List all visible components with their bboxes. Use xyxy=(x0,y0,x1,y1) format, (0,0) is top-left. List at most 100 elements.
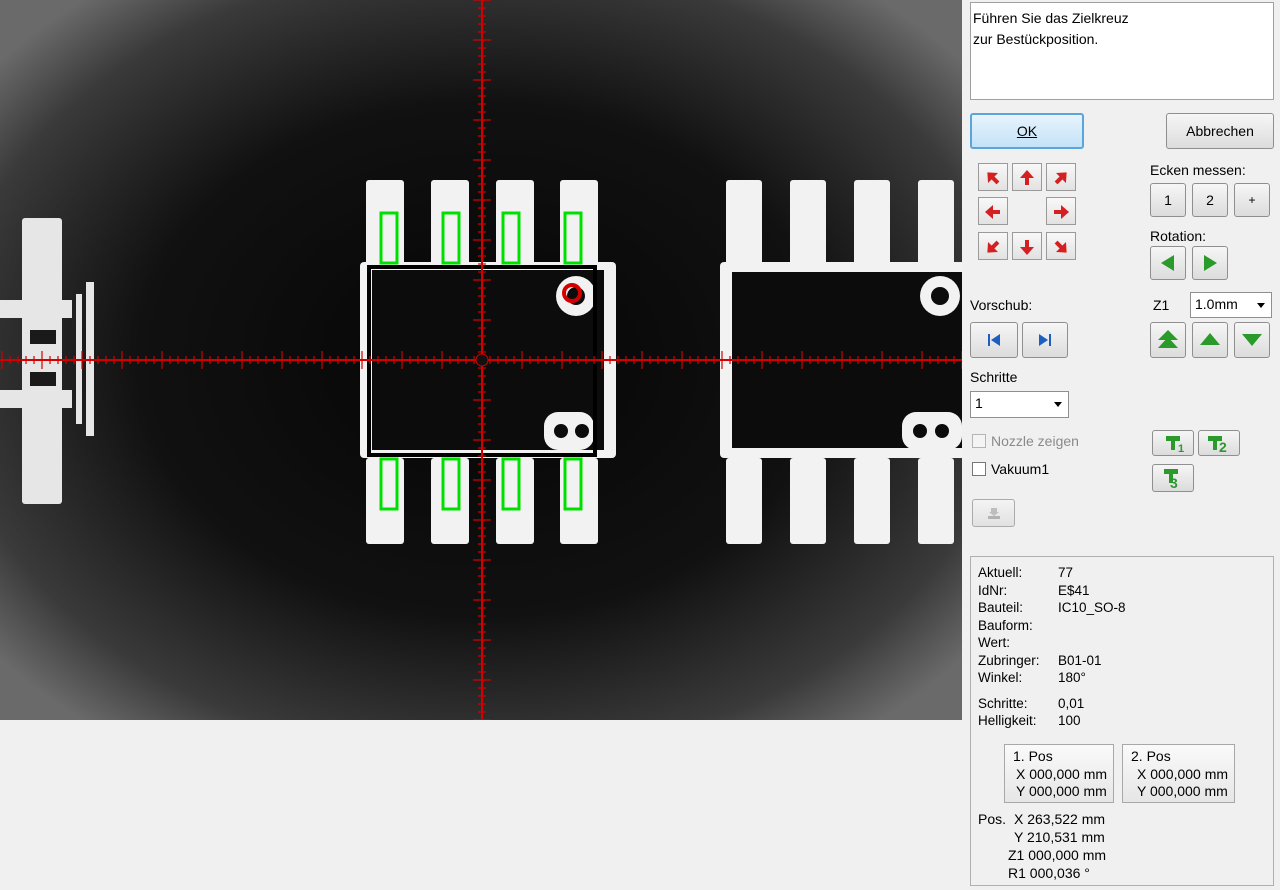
pos1-y: Y 000,000 mm xyxy=(1016,783,1107,799)
move-up-button[interactable] xyxy=(1012,163,1042,191)
skip-forward-icon xyxy=(1039,334,1051,346)
corner-1-label: 1 xyxy=(1164,192,1172,208)
chevron-down-icon xyxy=(1054,402,1062,407)
pos2-x: X 000,000 mm xyxy=(1137,765,1229,782)
info-key: Bauteil: xyxy=(978,600,1024,615)
corner-2-label: 2 xyxy=(1206,192,1214,208)
steps-select[interactable]: 1 xyxy=(970,391,1069,418)
camera-view[interactable] xyxy=(0,0,962,720)
pos2-card[interactable]: 2. Pos X 000,000 mm Y 000,000 mm xyxy=(1122,744,1235,803)
info-key: Bauform: xyxy=(978,617,1033,633)
arrow-right-icon xyxy=(1054,205,1069,219)
nozzle-2-icon: 2 xyxy=(1208,436,1227,454)
tool-1-label: 1 xyxy=(1178,443,1184,454)
z-label: Z1 xyxy=(1153,297,1170,313)
info-key: IdNr: xyxy=(978,582,1008,598)
move-down-button[interactable] xyxy=(1012,232,1042,260)
pos1-x: X 000,000 mm xyxy=(1016,765,1108,782)
rotate-left-button[interactable] xyxy=(1150,246,1186,280)
info-value: 0,01 xyxy=(1058,696,1085,711)
triangle-left-icon xyxy=(1161,255,1174,271)
info-value: B01-01 xyxy=(1058,652,1102,668)
move-down-left-button[interactable] xyxy=(978,232,1008,260)
instruction-box: Führen Sie das Zielkreuz zur Bestückposi… xyxy=(970,2,1274,100)
info-key: Zubringer: xyxy=(978,652,1040,668)
chevron-down-icon xyxy=(1257,303,1265,308)
move-down-right-button[interactable] xyxy=(1046,232,1076,260)
corner-add-label: + xyxy=(1248,193,1256,207)
pos2-title: 2. Pos xyxy=(1131,748,1171,764)
steps-value: 1 xyxy=(975,395,983,411)
tool-3-button[interactable]: 3 xyxy=(1152,464,1194,492)
tool-1-button[interactable]: 1 xyxy=(1152,430,1194,456)
position-label: Pos. xyxy=(978,811,1007,827)
arrow-up-right-icon xyxy=(1054,172,1067,185)
triangle-up-icon xyxy=(1200,333,1220,345)
info-key: Helligkeit: xyxy=(978,713,1037,728)
ok-button[interactable]: OK xyxy=(970,113,1084,149)
info-value: IC10_SO-8 xyxy=(1058,600,1126,615)
cancel-button[interactable]: Abbrechen xyxy=(1166,113,1274,149)
position-y: Y 210,531 mm xyxy=(1014,829,1105,845)
component-info-panel: Aktuell: 77 IdNr: E$41 Bauteil: IC10_SO-8 Bauf… xyxy=(970,556,1274,886)
z-up-button[interactable] xyxy=(1192,322,1228,358)
corner-1-button[interactable]: 1 xyxy=(1150,183,1186,217)
arrow-down-right-icon xyxy=(1054,240,1067,253)
cancel-button-label: Abbrechen xyxy=(1186,123,1254,139)
info-value: 77 xyxy=(1058,565,1074,580)
position-r1: R1 000,036 ° xyxy=(1008,865,1090,881)
arrow-down-left-icon xyxy=(987,240,1000,253)
position-z1: Z1 000,000 mm xyxy=(1008,847,1107,863)
rotation-label: Rotation: xyxy=(1150,228,1207,244)
info-key: Aktuell: xyxy=(978,565,1023,580)
pos2-y: Y 000,000 mm xyxy=(1137,783,1228,799)
move-up-left-button[interactable] xyxy=(978,163,1008,191)
nozzle-1-icon: 1 xyxy=(1166,436,1184,454)
corners-label: Ecken messen: xyxy=(1150,162,1246,178)
steps-label: Schritte xyxy=(970,369,1018,385)
corner-2-button[interactable]: 2 xyxy=(1192,183,1228,217)
pos1-title: 1. Pos xyxy=(1013,748,1053,764)
feed-next-button[interactable] xyxy=(1022,322,1068,358)
info-key: Wert: xyxy=(978,635,1011,650)
instruction-line2: zur Bestückposition. xyxy=(973,31,1099,47)
z-step-value: 1.0mm xyxy=(1195,296,1238,312)
vacuum-checkbox[interactable] xyxy=(972,462,986,476)
tool-3-label: 3 xyxy=(1170,475,1178,490)
move-left-button[interactable] xyxy=(978,197,1008,225)
info-value: 100 xyxy=(1058,713,1081,728)
arrow-down-icon xyxy=(1020,240,1034,255)
info-value: 180° xyxy=(1058,670,1086,685)
nozzle-label: Nozzle zeigen xyxy=(991,433,1079,449)
nozzle-checkbox[interactable] xyxy=(972,434,986,448)
double-up-triangle-icon xyxy=(1158,330,1178,348)
arrow-up-icon xyxy=(1020,170,1034,185)
feed-label: Vorschub: xyxy=(970,297,1033,313)
nozzle-3-icon: 3 xyxy=(1164,469,1178,490)
move-right-button[interactable] xyxy=(1046,197,1076,225)
download-icon xyxy=(987,508,1000,519)
arrow-left-icon xyxy=(985,205,1000,219)
info-key: Winkel: xyxy=(978,670,1023,685)
ok-button-label: OK xyxy=(1016,123,1038,139)
vacuum-label: Vakuum1 xyxy=(991,461,1050,477)
info-key: Schritte: xyxy=(978,696,1028,711)
position-x: X 263,522 mm xyxy=(1014,811,1106,827)
z-up-fast-button[interactable] xyxy=(1150,322,1186,358)
tool-2-label: 2 xyxy=(1219,439,1227,454)
arrow-up-left-icon xyxy=(987,172,1000,185)
rotate-right-button[interactable] xyxy=(1192,246,1228,280)
pos1-card[interactable]: 1. Pos X 000,000 mm Y 000,000 mm xyxy=(1004,744,1114,803)
triangle-right-icon xyxy=(1204,255,1217,271)
z-down-button[interactable] xyxy=(1234,322,1270,358)
download-button[interactable] xyxy=(972,499,1015,527)
skip-back-icon xyxy=(988,334,1000,346)
feed-previous-button[interactable] xyxy=(970,322,1018,358)
move-up-right-button[interactable] xyxy=(1046,163,1076,191)
corner-add-button[interactable]: + xyxy=(1234,183,1270,217)
z-step-select[interactable]: 1.0mm xyxy=(1190,292,1272,318)
triangle-down-icon xyxy=(1242,334,1262,346)
tool-2-button[interactable]: 2 xyxy=(1198,430,1240,456)
instruction-line1: Führen Sie das Zielkreuz xyxy=(973,10,1129,26)
info-value: E$41 xyxy=(1058,582,1090,598)
